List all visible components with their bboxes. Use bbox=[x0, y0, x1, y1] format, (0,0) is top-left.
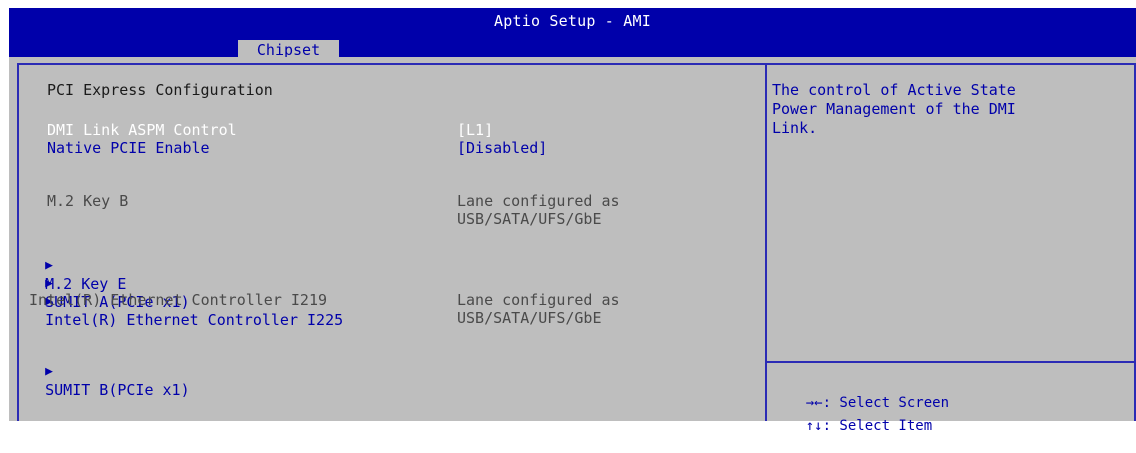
help-line-2: Power Management of the DMI bbox=[772, 100, 1016, 118]
submenu-label: Intel(R) Ethernet Controller I225 bbox=[45, 311, 344, 329]
m2-key-b-label: M.2 Key B bbox=[47, 192, 129, 210]
key-hint-action: : Select Item bbox=[822, 418, 933, 434]
help-line-1: The control of Active State bbox=[772, 81, 1016, 99]
i219-value-line1: Lane configured as bbox=[457, 291, 620, 309]
native-pcie-label[interactable]: Native PCIE Enable bbox=[47, 139, 210, 157]
submenu-label: SUMIT B(PCIe x1) bbox=[45, 381, 190, 399]
dmi-aspm-value[interactable]: [L1] bbox=[457, 121, 493, 139]
i219-label: Intel(R) Ethernet Controller I219 bbox=[29, 291, 328, 309]
native-pcie-value[interactable]: [Disabled] bbox=[457, 139, 547, 157]
m2-key-b-value-line2: USB/SATA/UFS/GbE bbox=[457, 210, 602, 228]
main-panel: PCI Express Configuration DMI Link ASPM … bbox=[9, 57, 1136, 434]
key-hint-select-item: ↑↓: Select Item bbox=[772, 399, 932, 453]
app-title: Aptio Setup - AMI bbox=[494, 12, 651, 30]
m2-key-b-value-line1: Lane configured as bbox=[457, 192, 620, 210]
up-down-arrows-icon: ↑↓ bbox=[805, 418, 823, 434]
title-bar: Aptio Setup - AMI Chipset bbox=[9, 8, 1136, 60]
submenu-sumit-b[interactable]: ▶ SUMIT B(PCIe x1) bbox=[9, 343, 190, 417]
page-title: PCI Express Configuration bbox=[47, 81, 273, 99]
vertical-divider bbox=[765, 63, 767, 421]
dmi-aspm-label[interactable]: DMI Link ASPM Control bbox=[47, 121, 237, 139]
i219-value-line2: USB/SATA/UFS/GbE bbox=[457, 309, 602, 327]
help-line-3: Link. bbox=[772, 119, 818, 137]
help-divider bbox=[765, 361, 1136, 363]
submenu-arrow-icon: ▶ bbox=[45, 364, 53, 379]
submenu-i225[interactable]: ▶ Intel(R) Ethernet Controller I225 bbox=[9, 273, 343, 347]
